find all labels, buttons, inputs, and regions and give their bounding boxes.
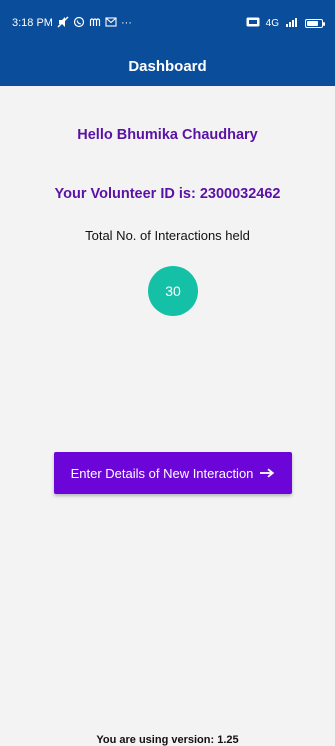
- network-label: 4G: [265, 17, 279, 29]
- more-icon: ···: [120, 17, 132, 29]
- arrow-right-icon: [259, 466, 275, 481]
- dashboard-content: Hello Bhumika Chaudhary Your Volunteer I…: [0, 86, 335, 746]
- page-title: Dashboard: [128, 57, 207, 75]
- interaction-count-badge: 30: [148, 266, 198, 316]
- status-bar: 3:18 PM ··· 4G: [0, 0, 335, 46]
- m-icon: [89, 16, 101, 31]
- status-left: 3:18 PM ···: [12, 15, 132, 31]
- status-time: 3:18 PM: [12, 17, 53, 29]
- total-interactions-label: Total No. of Interactions held: [85, 228, 250, 243]
- interaction-count-value: 30: [165, 283, 181, 299]
- volunteer-id-text: Your Volunteer ID is: 2300032462: [54, 186, 281, 202]
- signal-icon: [285, 17, 299, 30]
- battery-icon: [305, 18, 325, 28]
- mute-icon: [57, 15, 69, 31]
- greeting-text: Hello Bhumika Chaudhary: [77, 127, 258, 143]
- enter-new-interaction-label: Enter Details of New Interaction: [70, 465, 254, 481]
- whatsapp-icon: [73, 16, 85, 31]
- hd-icon: [246, 17, 260, 30]
- enter-new-interaction-button[interactable]: Enter Details of New Interaction: [54, 452, 292, 494]
- status-right: 4G: [246, 17, 325, 30]
- app-bar: Dashboard: [0, 46, 335, 86]
- version-text: You are using version: 1.25: [96, 734, 239, 746]
- mail-icon: [105, 16, 117, 30]
